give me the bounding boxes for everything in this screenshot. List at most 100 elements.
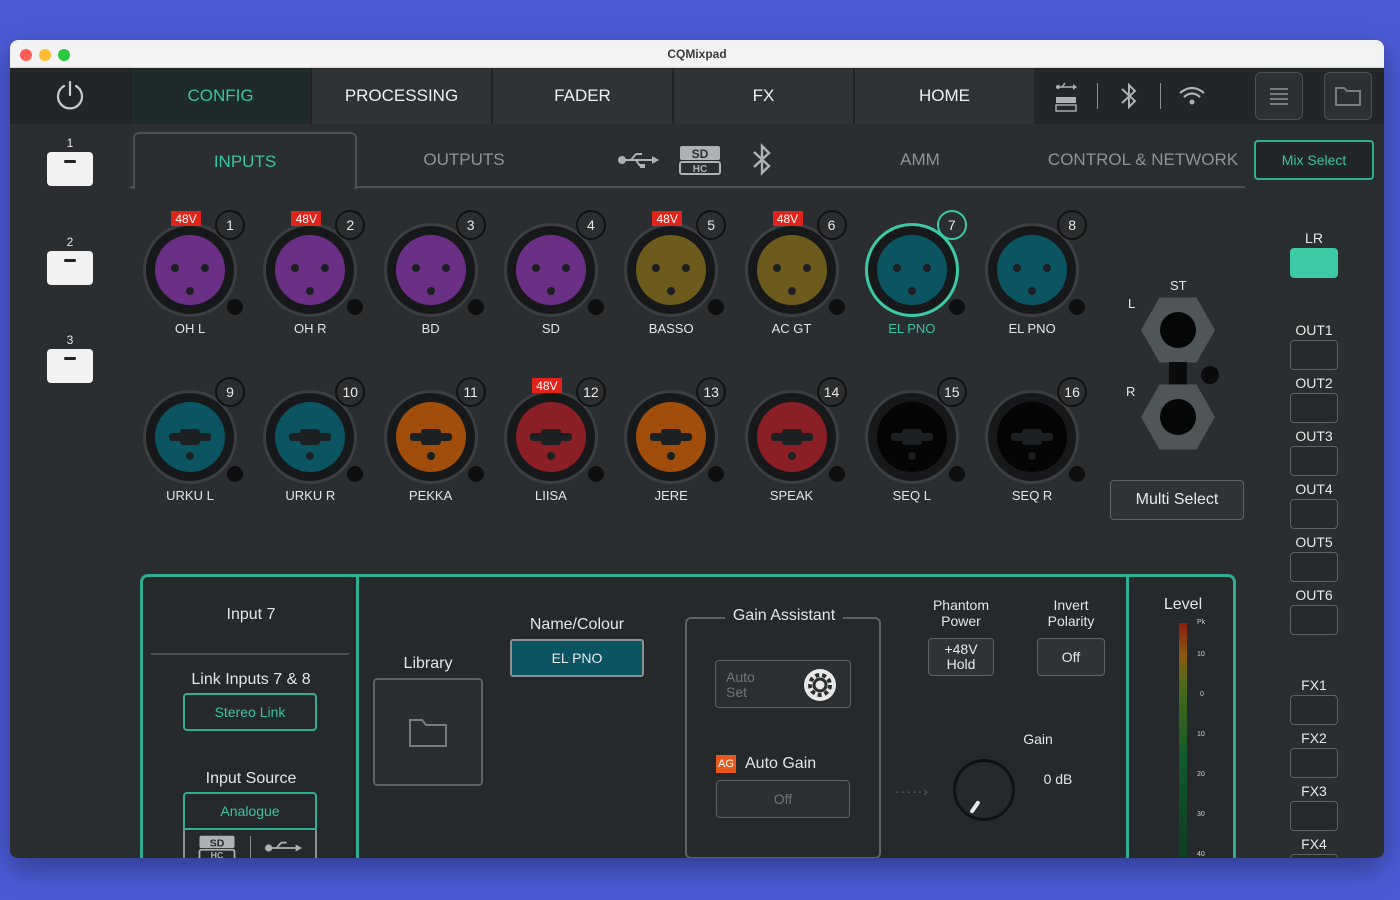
scene-slot-1[interactable]: 1 (47, 136, 93, 196)
channel-number: 14 (816, 377, 847, 407)
jack-latch (467, 299, 484, 315)
input-channel-11[interactable]: 11 PEKKA (381, 377, 486, 503)
tab-outputs[interactable]: OUTPUTS (360, 132, 568, 188)
svg-text:SD: SD (692, 147, 709, 161)
bus-label: OUT5 (1295, 534, 1333, 550)
input-source-label: Input Source (205, 770, 297, 787)
input-channel-6[interactable]: 6 48V AC GT (742, 210, 847, 336)
meter-scale-label: 10 (1197, 651, 1205, 658)
input-channel-2[interactable]: 2 48V OH R (260, 210, 366, 336)
bus-select-out4[interactable] (1290, 499, 1338, 529)
stereo-right-label: R (1126, 384, 1136, 399)
folder-icon (409, 719, 447, 747)
tab-sd-card[interactable]: SD HC (672, 132, 728, 188)
input-channel-5[interactable]: 5 48V BASSO (621, 210, 727, 336)
tab-fader[interactable]: FADER (492, 68, 672, 124)
input-channel-9[interactable]: 9 URKU L (140, 377, 245, 503)
tab-amm[interactable]: AMM (830, 132, 1010, 188)
bluetooth-icon[interactable] (1098, 68, 1160, 124)
bus-label: OUT6 (1295, 587, 1333, 603)
input-channel-3[interactable]: 3 BD (381, 210, 486, 336)
channel-name: EL PNO (1008, 321, 1056, 336)
mix-select-button[interactable]: Mix Select (1254, 140, 1374, 180)
bus-select-fx2[interactable] (1290, 748, 1338, 778)
gain-value: 0 dB (1043, 771, 1073, 787)
channel-name: SPEAK (769, 488, 814, 503)
knob-indicator (969, 800, 981, 814)
invert-polarity-button[interactable]: Off (1037, 638, 1105, 676)
scene-slot-3[interactable]: 3 (47, 333, 93, 393)
tab-home[interactable]: HOME (854, 68, 1034, 124)
gain-assistant-label: Gain Assistant (725, 607, 843, 625)
bus-select-lr[interactable] (1290, 248, 1338, 278)
scene-sidebar: 1 2 3 (10, 124, 130, 858)
scene-slot-2[interactable]: 2 (47, 235, 93, 295)
input-channel-4[interactable]: 4 SD (501, 210, 606, 336)
channel-name: PEKKA (408, 488, 453, 503)
gain-knob[interactable] (953, 759, 1015, 821)
usb-sd-icon[interactable] (1035, 68, 1097, 124)
source-analogue-button[interactable]: Analogue (183, 792, 317, 830)
bus-select-out3[interactable] (1290, 446, 1338, 476)
sd-card-icon[interactable]: SD HC (197, 834, 237, 858)
arrow-icon: ·····› (895, 783, 929, 799)
stereo-jack-left[interactable] (1141, 297, 1215, 363)
tab-fx[interactable]: FX (673, 68, 853, 124)
tab-config[interactable]: CONFIG (130, 68, 310, 124)
tab-inputs[interactable]: INPUTS (133, 132, 357, 189)
bus-select-out2[interactable] (1290, 393, 1338, 423)
input-channel-1[interactable]: 1 48V OH L (140, 210, 245, 336)
input-channel-15[interactable]: 15 SEQ L (862, 377, 967, 503)
channel-name: OH R (294, 321, 327, 336)
stereo-jack-right[interactable] (1141, 384, 1215, 450)
multi-select-button[interactable]: Multi Select (1110, 480, 1244, 520)
input-channel-8[interactable]: 8 EL PNO (982, 210, 1088, 336)
library-label: Library (403, 655, 453, 672)
phantom-badge: 48V (171, 211, 201, 226)
auto-gain-badge: AG (716, 755, 736, 773)
stereo-link-button[interactable]: Stereo Link (183, 693, 317, 731)
phantom-power-button[interactable]: +48V Hold (928, 638, 994, 676)
tab-usb[interactable] (610, 132, 666, 188)
auto-set-label: Auto Set (726, 669, 755, 700)
auto-gain-toggle[interactable]: Off (716, 780, 850, 818)
bus-label: OUT2 (1295, 375, 1333, 391)
jack-latch (1069, 299, 1086, 315)
scene-number: 1 (66, 136, 74, 150)
input-channel-16[interactable]: 16 SEQ R (982, 377, 1088, 503)
input-channel-12[interactable]: 12 48V LIISA (501, 377, 606, 503)
source-alternatives: SD HC (183, 830, 317, 858)
tab-processing[interactable]: PROCESSING (311, 68, 491, 124)
bus-label: OUT4 (1295, 481, 1333, 497)
bus-select-out6[interactable] (1290, 605, 1338, 635)
input-channel-10[interactable]: 10 URKU R (260, 377, 366, 503)
channel-name: EL PNO (888, 321, 936, 336)
channel-name: SD (541, 321, 560, 336)
bus-select-fx1[interactable] (1290, 695, 1338, 725)
app-window: CQMixpad CONFIG PROCESSING FADER FX HOME (10, 40, 1384, 858)
input-channel-14[interactable]: 14 SPEAK (742, 377, 847, 503)
channel-number: 5 (696, 210, 727, 240)
tab-bluetooth[interactable] (734, 132, 790, 188)
bus-select-out1[interactable] (1290, 340, 1338, 370)
wifi-icon[interactable] (1161, 68, 1223, 124)
bus-select-fx4[interactable] (1290, 854, 1338, 858)
menu-button[interactable] (1255, 72, 1303, 120)
status-icons (1035, 68, 1255, 124)
input-channel-13[interactable]: 13 JERE (621, 377, 727, 503)
bus-label: OUT1 (1295, 322, 1333, 338)
bus-select-fx3[interactable] (1290, 801, 1338, 831)
channel-name: OH L (174, 321, 206, 336)
bus-label: FX3 (1301, 783, 1327, 799)
name-colour-button[interactable]: EL PNO (510, 639, 644, 677)
usb-icon[interactable] (263, 839, 303, 857)
power-button[interactable] (10, 68, 130, 124)
input-channel-7[interactable]: 7 EL PNO (862, 210, 967, 336)
auto-set-button[interactable]: Auto Set (715, 660, 851, 708)
channel-number: 2 (335, 210, 366, 240)
library-button[interactable] (373, 678, 483, 786)
bus-select-out5[interactable] (1290, 552, 1338, 582)
window-title: CQMixpad (667, 47, 727, 61)
tab-control-network[interactable]: CONTROL & NETWORK (1040, 132, 1246, 188)
folder-button[interactable] (1324, 72, 1372, 120)
